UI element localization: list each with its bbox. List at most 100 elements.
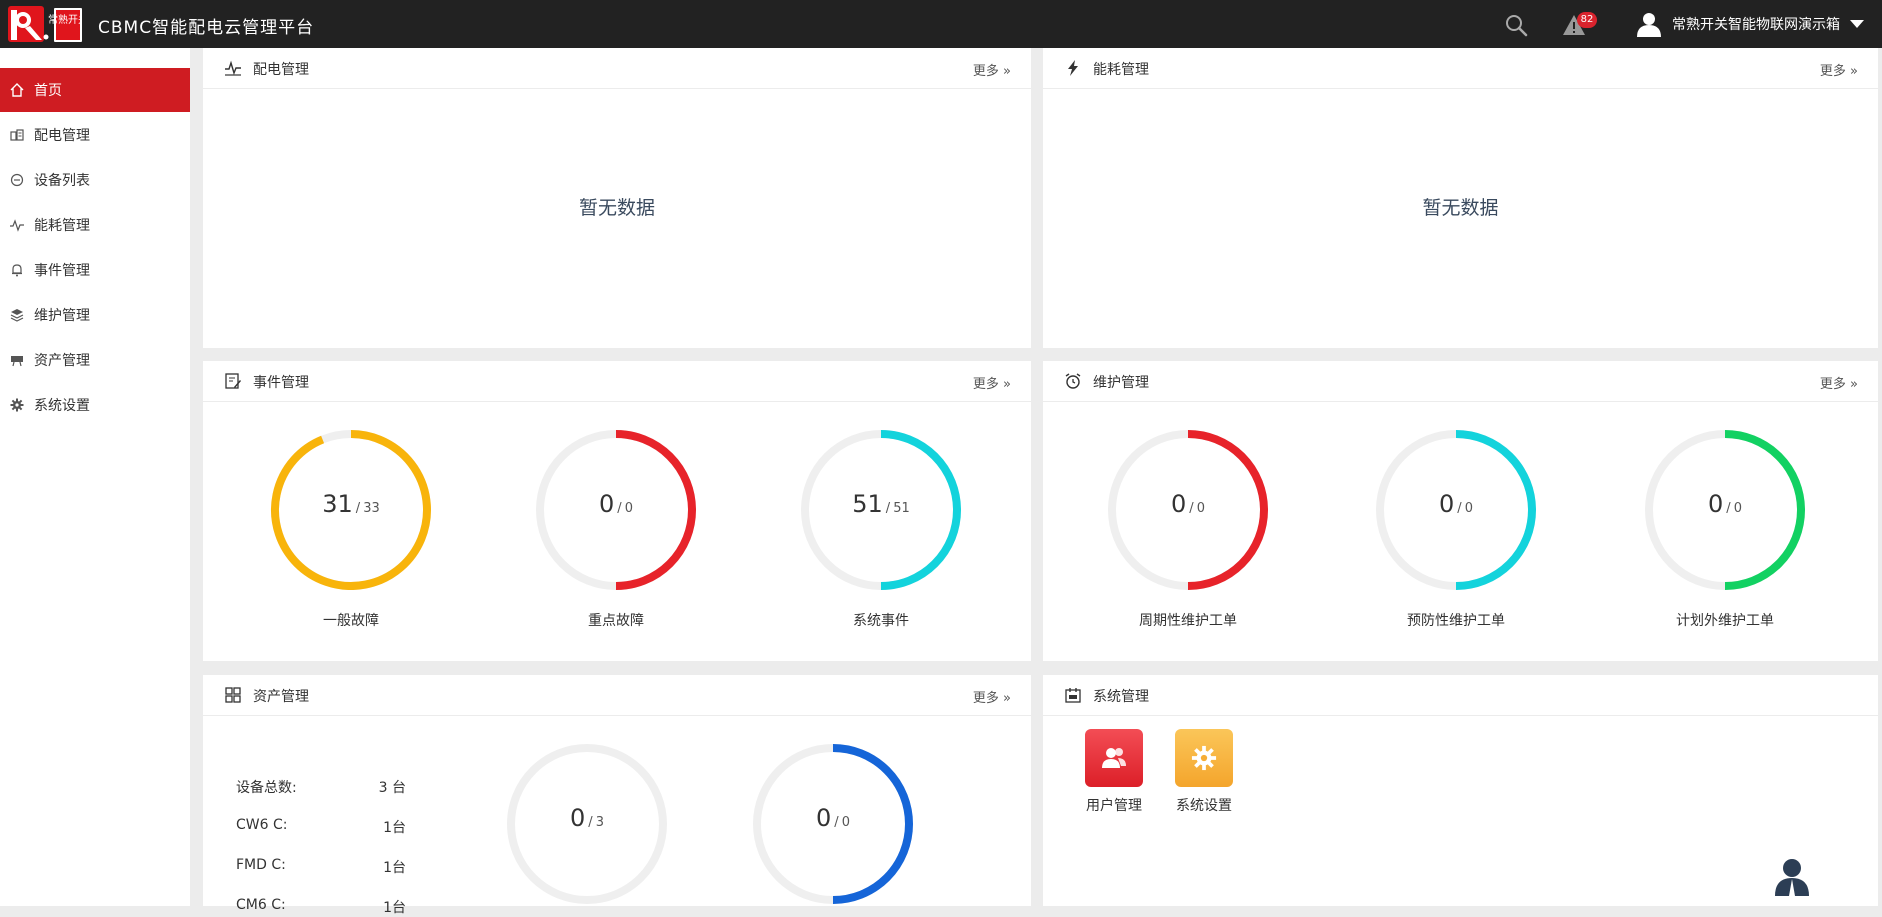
sidebar-item-label: 维护管理 [34, 308, 90, 324]
chevron-down-icon[interactable] [1850, 20, 1864, 28]
gauge-asset-total: 0/3 [502, 744, 672, 904]
gauge-value: 0/0 [1171, 490, 1205, 518]
gauge-label: 重点故障 [588, 613, 644, 629]
sidebar-item-settings[interactable]: 系统设置 [0, 383, 190, 427]
sidebar-item-device-list[interactable]: 设备列表 [0, 158, 190, 202]
asset-key: FMD C: [236, 857, 286, 873]
double-chevron-icon: » [1003, 691, 1011, 706]
distribution-icon [10, 129, 24, 141]
gauge-total: 0 [1196, 501, 1205, 516]
empty-state-text: 暂无数据 [1422, 197, 1499, 219]
panel-title: 事件管理 [253, 375, 309, 391]
asset-value: 1台 [383, 900, 406, 916]
events-panel: 事件管理 更多 » 31/33 一般故障 0/0 重点故障 51/51 系统事件 [203, 361, 1031, 661]
sidebar-item-label: 设备列表 [34, 173, 90, 189]
panel-header: 能耗管理 更多 » [1043, 48, 1878, 89]
grid-icon [225, 687, 241, 703]
edit-list-icon [225, 373, 241, 389]
users-icon [1102, 748, 1126, 768]
user-name: 常熟开关智能物联网演示箱 [1672, 17, 1840, 33]
asset-icon [11, 356, 23, 367]
gauge-total: 33 [363, 501, 380, 516]
alarm-clock-icon [1065, 373, 1081, 389]
asset-row: CW6 C: 1台 [236, 817, 406, 837]
double-chevron-icon: » [1850, 64, 1858, 79]
more-label: 更多 [972, 64, 999, 79]
asset-value: 1台 [383, 820, 406, 836]
logo-lettering: 常熟开关 [48, 13, 82, 26]
more-label: 更多 [972, 377, 999, 392]
pulse-icon [225, 60, 241, 76]
app-title: CBMC智能配电云管理平台 [98, 18, 315, 38]
sidebar-item-label: 系统设置 [34, 398, 90, 414]
tile-label: 系统设置 [1176, 798, 1232, 814]
more-link[interactable]: 更多 » [973, 60, 1011, 79]
home-icon [10, 83, 24, 97]
sidebar-item-energy[interactable]: 能耗管理 [0, 203, 190, 247]
lightning-icon [1068, 60, 1078, 76]
gauge-label: 周期性维护工单 [1139, 613, 1237, 629]
gauge-total: 0 [1733, 501, 1742, 516]
gauge-value: 31/33 [322, 490, 380, 518]
calendar-icon [1065, 688, 1081, 703]
customer-service-icon[interactable] [1772, 856, 1812, 896]
asset-key: CM6 C: [236, 897, 286, 913]
tile-icon-box [1175, 729, 1233, 787]
pulse-icon [10, 219, 24, 232]
gauge-label: 系统事件 [853, 613, 909, 629]
gauge-count: 0 [816, 804, 832, 832]
more-link[interactable]: 更多 » [973, 687, 1011, 706]
gauge-total: 3 [595, 815, 604, 830]
panel-title: 资产管理 [253, 689, 309, 705]
user-management-tile[interactable]: 用户管理 [1069, 729, 1159, 815]
asset-value: 1台 [383, 860, 406, 876]
asset-row: FMD C: 1台 [236, 857, 406, 877]
sidebar-item-maintenance[interactable]: 维护管理 [0, 293, 190, 337]
panel-title: 系统管理 [1093, 689, 1149, 705]
sidebar-item-home[interactable]: 首页 [0, 68, 190, 112]
panel-header: 维护管理 更多 » [1043, 361, 1878, 402]
user-menu[interactable]: 常熟开关智能物联网演示箱 [1636, 10, 1864, 38]
gauge-preventive-order: 0/0 预防性维护工单 [1371, 430, 1541, 629]
gear-icon [10, 398, 24, 412]
gauge-value: 0/3 [570, 804, 604, 832]
panel-title: 配电管理 [253, 62, 309, 78]
double-chevron-icon: » [1003, 377, 1011, 392]
maintenance-panel: 维护管理 更多 » 0/0 周期性维护工单 0/0 预防性维护工单 0/0 计划… [1043, 361, 1878, 661]
sidebar-item-events[interactable]: 事件管理 [0, 248, 190, 292]
gauge-value: 0/0 [1708, 490, 1742, 518]
sidebar-item-assets[interactable]: 资产管理 [0, 338, 190, 382]
search-icon[interactable] [1504, 13, 1528, 37]
gauge-total: 51 [893, 501, 910, 516]
more-link[interactable]: 更多 » [973, 373, 1011, 392]
gauge-general-fault: 31/33 一般故障 [266, 430, 436, 629]
panel-header: 配电管理 更多 » [203, 48, 1031, 89]
layers-icon [10, 309, 24, 322]
gauge-label: 一般故障 [323, 613, 379, 629]
brand-logo: 常熟开关 [8, 6, 82, 42]
sidebar-item-label: 首页 [34, 83, 62, 99]
more-link[interactable]: 更多 » [1820, 373, 1858, 392]
double-chevron-icon: » [1850, 377, 1858, 392]
system-settings-tile[interactable]: 系统设置 [1159, 729, 1249, 815]
tile-icon-box [1085, 729, 1143, 787]
more-link[interactable]: 更多 » [1820, 60, 1858, 79]
gauge-count: 0 [1439, 490, 1455, 518]
gauge-label: 预防性维护工单 [1407, 613, 1505, 629]
more-label: 更多 [1819, 377, 1846, 392]
sidebar-item-distribution[interactable]: 配电管理 [0, 113, 190, 157]
gauge-major-fault: 0/0 重点故障 [531, 430, 701, 629]
gauge-value: 51/51 [852, 490, 910, 518]
sidebar: 首页 配电管理 设备列表 能耗管理 事件管理 维护管理 资产管理 系统设置 [0, 48, 190, 906]
gauge-label: 计划外维护工单 [1676, 613, 1774, 629]
panel-header: 资产管理 更多 » [203, 675, 1031, 716]
gauge-periodic-order: 0/0 周期性维护工单 [1103, 430, 1273, 629]
tile-label: 用户管理 [1086, 798, 1142, 814]
alert-count-badge[interactable]: 82 [1577, 12, 1597, 28]
asset-value: 3 台 [378, 780, 406, 796]
user-avatar-icon [1637, 13, 1661, 37]
sidebar-item-label: 配电管理 [34, 128, 90, 144]
panel-header: 事件管理 更多 » [203, 361, 1031, 402]
gauge-total: 0 [841, 815, 850, 830]
gauge-count: 0 [599, 490, 615, 518]
